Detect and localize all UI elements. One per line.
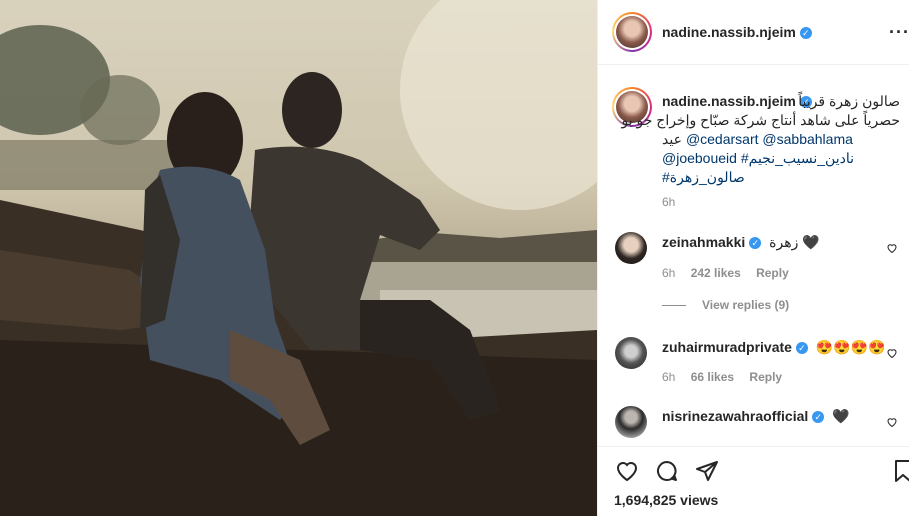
mention-sabbahlama[interactable]: @sabbahlama (762, 131, 853, 147)
comment-1: zeinahmakki ✓ زهرة 🖤 (662, 234, 820, 251)
like-comment-icon[interactable] (886, 416, 898, 428)
comment-3: nisrinezawahraofficial ✓ 🖤 (662, 408, 850, 425)
like-icon[interactable] (614, 459, 640, 483)
like-comment-icon[interactable] (886, 242, 898, 254)
comment-time[interactable]: 6h (662, 370, 675, 384)
verified-icon: ✓ (795, 342, 808, 355)
comment-avatar[interactable] (615, 406, 647, 438)
mention-cedarsart[interactable]: @cedarsart (686, 131, 759, 147)
more-options-icon[interactable]: ··· (889, 22, 909, 43)
like-comment-icon[interactable] (886, 347, 898, 359)
post-side-panel: nadine.nassib.njeim ✓ ··· nadine.nassib.n… (597, 0, 909, 516)
comment-username[interactable]: zeinahmakki (662, 234, 745, 250)
comment-text: 😍😍😍😍 (815, 339, 886, 355)
caption: nadine.nassib.njeim ✓ صالون زهرة قريباً ح… (621, 92, 906, 187)
save-icon[interactable] (894, 459, 909, 483)
post-header: nadine.nassib.njeim ✓ ··· (598, 0, 909, 65)
caption-line-1: صالون زهرة قريباً (798, 93, 900, 109)
author-avatar[interactable] (612, 12, 652, 52)
comment-text: زهرة 🖤 (769, 234, 820, 250)
comment-meta: 6h 242 likes Reply (662, 266, 789, 280)
hashtag-nadine[interactable]: #نادين_نسيب_نجيم (741, 150, 854, 166)
hashtag-salon-zahra[interactable]: #صالون_زهرة (662, 169, 745, 185)
replies-divider (662, 305, 686, 306)
verified-icon: ✓ (799, 26, 812, 39)
views-count[interactable]: 1,694,825 views (614, 492, 718, 508)
comment-avatar[interactable] (615, 337, 647, 369)
caption-time[interactable]: 6h (662, 195, 675, 209)
comment-username[interactable]: zuhairmuradprivate (662, 339, 792, 355)
comment-icon[interactable] (654, 459, 680, 483)
comment-likes[interactable]: 66 likes (691, 370, 734, 384)
post-video[interactable] (0, 0, 597, 516)
comment-avatar[interactable] (615, 232, 647, 264)
view-replies-button[interactable]: View replies (9) (702, 298, 789, 312)
caption-username[interactable]: nadine.nassib.njeim (662, 93, 796, 109)
caption-line-2: حصرياً على شاهد أنتاج شركة صبّاح وإخراج … (621, 112, 900, 128)
comment-likes[interactable]: 242 likes (691, 266, 741, 280)
comment-text: 🖤 (832, 408, 850, 424)
comment-username[interactable]: nisrinezawahraofficial (662, 408, 808, 424)
reply-button[interactable]: Reply (756, 266, 789, 280)
share-icon[interactable] (694, 459, 720, 483)
comment-meta: 6h 66 likes Reply (662, 370, 782, 384)
verified-icon: ✓ (749, 237, 762, 250)
author-username[interactable]: nadine.nassib.njeim (662, 24, 796, 40)
caption-line-3: عيد (662, 131, 682, 147)
mention-joeboueid[interactable]: @joeboueid (662, 150, 737, 166)
video-frame (0, 0, 597, 516)
verified-icon: ✓ (812, 411, 825, 424)
reply-button[interactable]: Reply (749, 370, 782, 384)
comment-time[interactable]: 6h (662, 266, 675, 280)
post-actions: 1,694,825 views (598, 446, 909, 517)
comment-2: zuhairmuradprivate ✓ 😍😍😍😍 (662, 339, 886, 356)
